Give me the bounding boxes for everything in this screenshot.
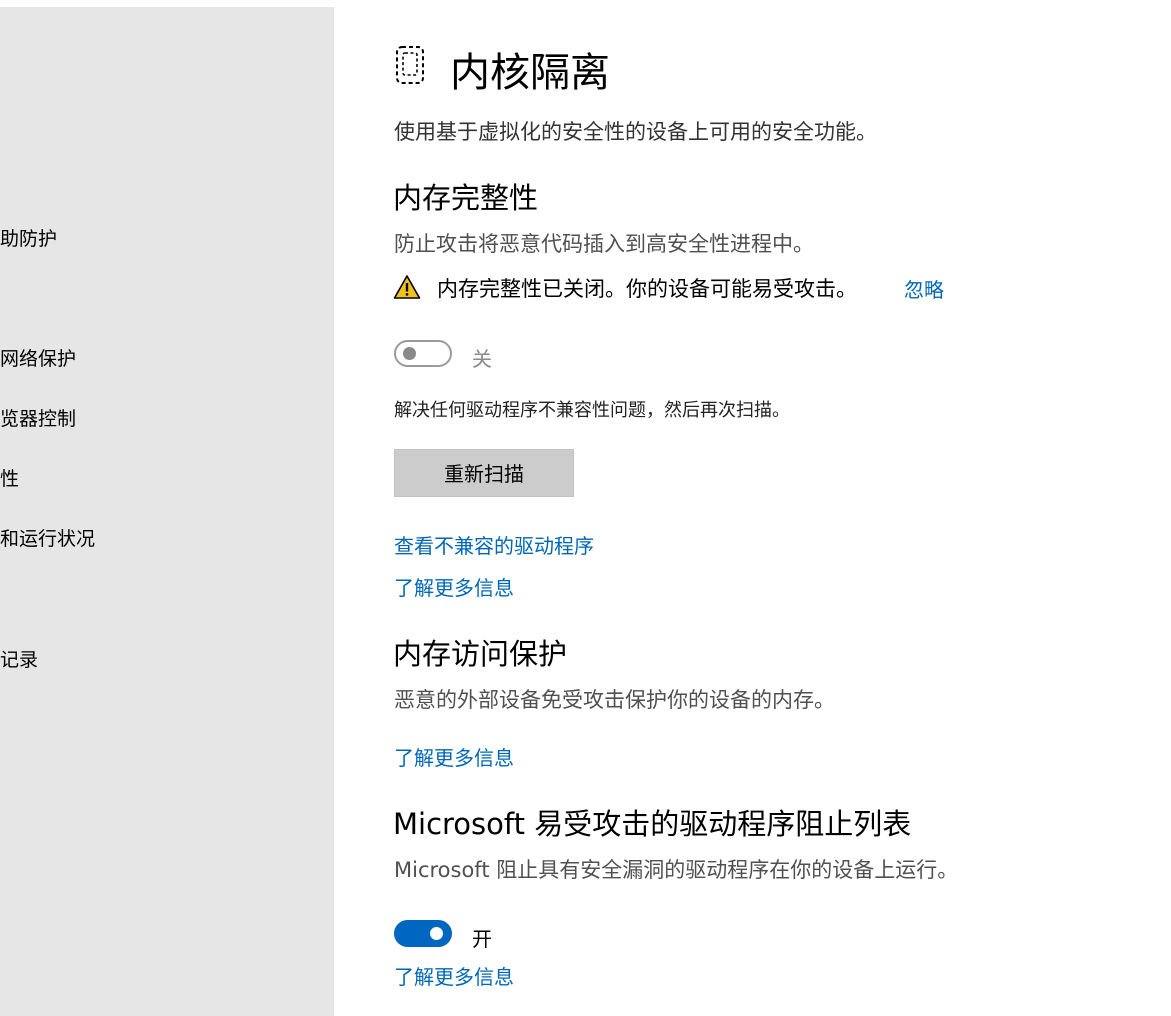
view-incompatible-drivers-link[interactable]: 查看不兼容的驱动程序 (394, 530, 594, 559)
driver-blocklist-toggle[interactable] (394, 920, 452, 947)
memory-integrity-learn-more-link[interactable]: 了解更多信息 (394, 572, 514, 601)
page-description: 使用基于虚拟化的安全性的设备上可用的安全功能。 (394, 120, 877, 144)
memory-integrity-toggle-label: 关 (472, 347, 492, 371)
memory-integrity-warning: 内存完整性已关闭。你的设备可能易受攻击。 (437, 277, 857, 301)
memory-access-heading: 内存访问保护 (393, 637, 568, 671)
driver-incompatibility-note: 解决任何驱动程序不兼容性问题，然后再次扫描。 (394, 400, 790, 421)
main-content: 内核隔离 使用基于虚拟化的安全性的设备上可用的安全功能。 内存完整性 防止攻击将… (0, 0, 1171, 1016)
toggle-knob (430, 927, 443, 940)
memory-integrity-toggle[interactable] (394, 340, 452, 367)
core-isolation-icon (396, 46, 424, 84)
memory-access-learn-more-link[interactable]: 了解更多信息 (394, 742, 514, 771)
warning-icon (393, 275, 421, 299)
driver-blocklist-toggle-label: 开 (472, 927, 492, 951)
toggle-knob (403, 347, 416, 360)
memory-access-subtitle: 恶意的外部设备免受攻击保护你的设备的内存。 (394, 688, 835, 712)
page-title: 内核隔离 (450, 50, 610, 96)
memory-integrity-subtitle: 防止攻击将恶意代码插入到高安全性进程中。 (394, 232, 814, 256)
rescan-button[interactable]: 重新扫描 (394, 449, 574, 497)
driver-blocklist-heading: Microsoft 易受攻击的驱动程序阻止列表 (393, 807, 912, 841)
driver-blocklist-learn-more-link[interactable]: 了解更多信息 (394, 961, 514, 990)
driver-blocklist-subtitle: Microsoft 阻止具有安全漏洞的驱动程序在你的设备上运行。 (394, 858, 959, 882)
memory-integrity-heading: 内存完整性 (393, 181, 539, 215)
dismiss-link[interactable]: 忽略 (904, 274, 944, 303)
